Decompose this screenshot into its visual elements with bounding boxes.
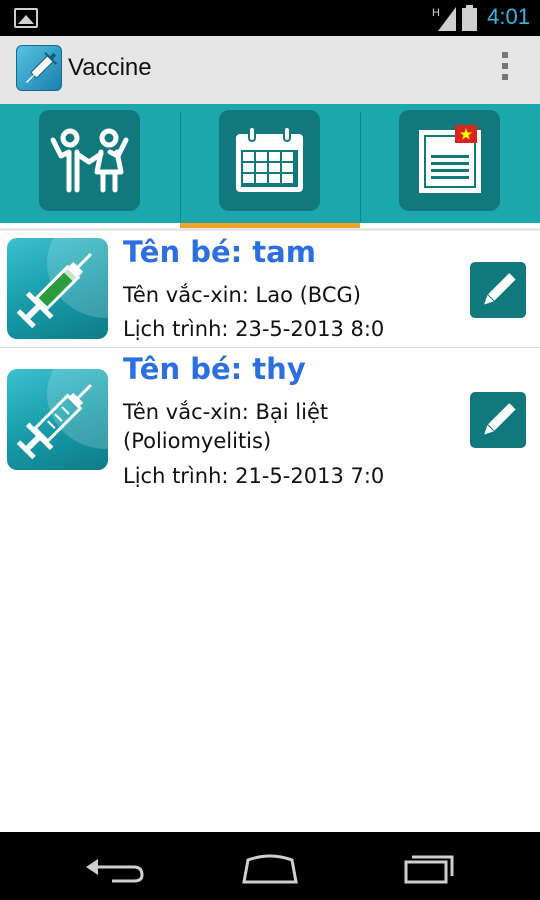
news-icon [399, 110, 500, 211]
back-icon[interactable] [82, 850, 146, 884]
edit-button[interactable] [470, 262, 526, 318]
syringe-empty-icon [7, 369, 108, 470]
syringe-green-icon [7, 238, 108, 339]
app-title: Vaccine [68, 54, 152, 81]
tab-bar [0, 104, 540, 228]
overflow-menu-icon[interactable] [500, 52, 510, 86]
children-icon [39, 110, 140, 211]
schedule-time: Lịch trình: 23-5-2013 8:0 [123, 317, 385, 341]
vaccine-name: Tên vắc-xin: Bại liệt [123, 400, 329, 424]
signal-icon: H [432, 7, 456, 31]
edit-button[interactable] [470, 392, 526, 448]
vaccine-name: Tên vắc-xin: Lao (BCG) [123, 283, 361, 307]
calendar-icon [219, 110, 320, 211]
tab-children[interactable] [0, 104, 180, 228]
pencil-icon [484, 271, 518, 305]
navigation-bar [0, 832, 540, 900]
pencil-icon [484, 401, 518, 435]
recent-apps-icon[interactable] [398, 850, 462, 884]
child-name: Tên bé: thy [123, 352, 306, 386]
tab-strip-bottom [0, 228, 540, 231]
network-type-label: H [432, 7, 440, 19]
vaccine-name-cont: (Poliomyelitis) [123, 429, 272, 453]
syringe-app-icon[interactable] [16, 45, 62, 91]
home-icon[interactable] [238, 850, 302, 884]
tab-schedule[interactable] [180, 104, 360, 228]
status-bar: H 4:01 [0, 0, 540, 36]
gallery-icon [14, 8, 38, 28]
battery-icon [462, 5, 477, 31]
list-divider [0, 347, 540, 348]
child-name: Tên bé: tam [123, 235, 316, 269]
schedule-time: Lịch trình: 21-5-2013 7:0 [123, 464, 385, 488]
action-bar: Vaccine [0, 36, 540, 104]
tab-news[interactable] [360, 104, 540, 228]
status-clock: 4:01 [487, 4, 530, 29]
